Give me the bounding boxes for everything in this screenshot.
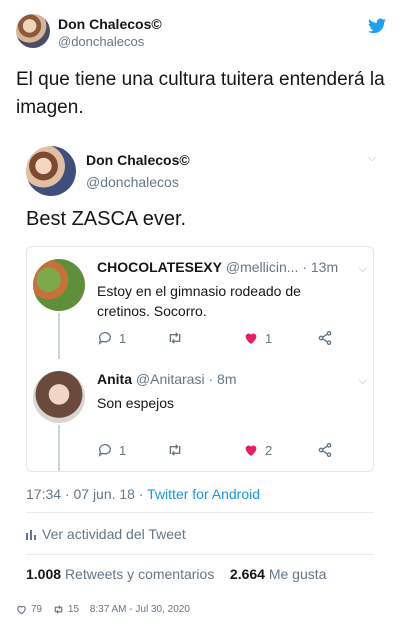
reply-item: Anita @Anitarasi · 8m ⌵ Son espejos 1 2 <box>27 359 373 471</box>
reply-author-handle: @mellicin... <box>225 259 299 275</box>
reply-action: 1 <box>97 441 126 459</box>
author-handle[interactable]: @donchalecos <box>58 34 144 49</box>
comment-icon <box>98 332 111 345</box>
reply-actions: 1 2 <box>97 441 347 461</box>
footer-retweet-count[interactable]: 15 <box>68 604 79 615</box>
heart-icon <box>245 333 257 344</box>
reply-author-name: CHOCOLATESEXY <box>97 259 222 275</box>
avatar[interactable] <box>16 14 50 48</box>
bar-chart-icon <box>26 530 36 540</box>
embedded-tweet-text: Best ZASCA ever. <box>26 208 187 230</box>
retweet-action <box>167 329 189 347</box>
chevron-down-icon: ⌵ <box>358 263 367 275</box>
view-activity: Ver actividad del Tweet <box>26 526 186 542</box>
tweet-text: El que tiene una cultura tuitera entende… <box>16 69 385 118</box>
tweet-stats: 1.008 Retweets y comentarios 2.664 Me gu… <box>26 566 326 582</box>
author-name[interactable]: Don Chalecos© <box>58 16 162 32</box>
reply-thread: CHOCOLATESEXY @mellicin... · 13m ⌵ Estoy… <box>26 246 374 472</box>
reply-text: Son espejos <box>97 395 175 411</box>
embedded-author-handle: @donchalecos <box>86 174 179 190</box>
likes-label: Me gusta <box>268 566 327 582</box>
reply-header: CHOCOLATESEXY @mellicin... · 13m <box>97 259 367 275</box>
heart-icon <box>245 445 257 456</box>
reply-actions: 1 1 <box>97 329 347 349</box>
like-count: 1 <box>265 330 273 346</box>
twitter-bird-icon[interactable] <box>368 18 386 34</box>
avatar <box>26 146 76 196</box>
reply-count: 1 <box>119 442 127 458</box>
retweet-icon <box>169 444 181 456</box>
like-count: 2 <box>265 442 273 458</box>
embedded-tweet-image: Don Chalecos© @donchalecos ⌵ Best ZASCA … <box>14 140 386 582</box>
reply-author-name: Anita <box>97 371 132 387</box>
reply-time: 13m <box>310 259 339 275</box>
share-icon <box>318 331 332 345</box>
likes-count: 2.664 <box>229 566 265 582</box>
view-activity-label: Ver actividad del Tweet <box>42 526 186 542</box>
chevron-down-icon: ⌵ <box>358 375 367 387</box>
separator-dot: · <box>208 371 214 387</box>
share-action <box>317 329 333 347</box>
tweet-meta: 17:34 · 07 jun. 18 · Twitter for Android <box>26 486 260 502</box>
reply-text: Estoy en el gimnasio rodeado de cretinos… <box>97 283 301 319</box>
reply-action: 1 <box>97 329 126 347</box>
divider <box>26 554 374 555</box>
tweet-header: Don Chalecos© @donchalecos <box>16 12 386 52</box>
retweets-label: Retweets y comentarios <box>64 566 215 582</box>
retweets-count: 1.008 <box>26 566 62 582</box>
reply-header: Anita @Anitarasi · 8m <box>97 371 367 387</box>
footer-like-count[interactable]: 79 <box>31 604 42 615</box>
reply-author-handle: @Anitarasi <box>135 371 205 387</box>
thread-connector <box>58 313 60 359</box>
retweet-icon <box>169 332 181 344</box>
tweet-timestamp: 17:34 · 07 jun. 18 · <box>26 486 148 502</box>
like-action: 1 <box>243 329 272 347</box>
reply-count: 1 <box>119 330 127 346</box>
avatar <box>33 259 85 311</box>
footer-timestamp[interactable]: 8:37 AM - Jul 30, 2020 <box>90 604 190 615</box>
share-icon <box>318 443 332 457</box>
source-link: Twitter for Android <box>147 486 260 502</box>
retweet-action <box>167 441 189 459</box>
reply-time: 8m <box>217 371 237 387</box>
retweet-icon[interactable] <box>53 604 64 615</box>
divider <box>26 512 374 513</box>
heart-outline-icon[interactable] <box>16 604 27 615</box>
thread-connector <box>58 425 60 471</box>
share-action <box>317 441 333 459</box>
comment-icon <box>98 444 111 457</box>
chevron-down-icon: ⌵ <box>367 152 376 164</box>
tweet-footer: 79 15 8:37 AM - Jul 30, 2020 <box>16 604 190 615</box>
separator-dot: · <box>302 259 307 275</box>
embedded-author-name: Don Chalecos© <box>86 152 190 168</box>
reply-item: CHOCOLATESEXY @mellicin... · 13m ⌵ Estoy… <box>27 247 373 359</box>
avatar <box>33 371 85 423</box>
like-action: 2 <box>243 441 272 459</box>
